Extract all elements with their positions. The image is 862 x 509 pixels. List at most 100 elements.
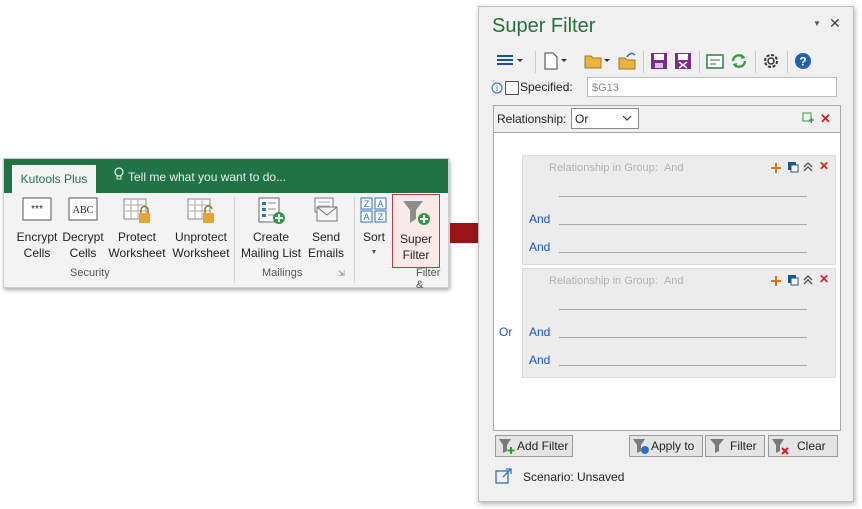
condition-connector[interactable]: And (529, 240, 550, 254)
group-label-filter: Filter & (416, 267, 441, 291)
specified-label: Specified: (520, 80, 573, 94)
save-icon[interactable] (649, 51, 669, 71)
relationship-label: Relationship: (497, 112, 567, 126)
decrypt-cells-label: Decrypt Cells (62, 230, 104, 260)
open-folder-icon[interactable] (617, 51, 637, 71)
collapse-icon[interactable] (803, 161, 813, 176)
svg-text:***: *** (31, 204, 43, 215)
toolbar-separator (755, 51, 756, 73)
create-mailing-list-button[interactable]: Create Mailing List (238, 197, 304, 261)
ribbon-separator (354, 197, 355, 283)
apply-to-icon (632, 437, 650, 461)
relationship-bar: Relationship: Or ✕ (494, 106, 840, 133)
protect-worksheet-icon (122, 197, 152, 225)
condition-line[interactable] (559, 337, 807, 338)
svg-text:i: i (496, 84, 499, 93)
add-group-icon[interactable] (802, 112, 814, 127)
add-subgroup-icon[interactable] (787, 161, 799, 176)
add-filter-button[interactable]: Add Filter (495, 435, 573, 457)
filter-icon (709, 437, 725, 461)
tell-me-search[interactable]: Tell me what you want to do... (114, 167, 286, 186)
menu-icon[interactable] (495, 51, 525, 71)
add-condition-icon[interactable] (771, 162, 781, 176)
add-subgroup-icon[interactable] (787, 274, 799, 289)
unprotect-worksheet-button[interactable]: Unprotect Worksheet (168, 197, 234, 261)
create-mailing-list-label: Create Mailing List (240, 230, 302, 260)
tab-kutools-plus[interactable]: Kutools Plus (12, 165, 96, 193)
condition-line[interactable] (559, 365, 807, 366)
tell-me-text: Tell me what you want to do... (128, 170, 287, 184)
gear-icon[interactable] (761, 51, 781, 71)
filter-criteria-area: Relationship: Or ✕ Relationship in Group… (493, 105, 841, 431)
lightbulb-icon (114, 167, 124, 186)
scenario-value: Unsaved (577, 470, 625, 484)
send-emails-icon (311, 197, 341, 225)
add-filter-icon (498, 437, 516, 461)
open-scenario-icon[interactable] (583, 51, 613, 71)
ribbon-tab-bar: Kutools Plus Tell me what you want to do… (4, 159, 448, 193)
super-filter-button[interactable]: Super Filter (392, 194, 440, 268)
delete-all-icon[interactable]: ✕ (820, 111, 831, 127)
save-as-icon[interactable] (673, 51, 693, 71)
specified-checkbox[interactable] (505, 81, 519, 95)
condition-connector[interactable]: And (529, 353, 550, 367)
info-icon: i (491, 82, 503, 97)
sort-button[interactable]: ZAAZ Sort ▼ (356, 197, 392, 261)
svg-text:?: ? (799, 55, 806, 69)
pane-title: Super Filter (492, 15, 596, 37)
svg-text:A: A (377, 199, 383, 209)
svg-text:ABC: ABC (73, 205, 94, 216)
close-icon[interactable]: ✕ (829, 15, 841, 32)
sort-icon: ZAAZ (359, 197, 389, 225)
manage-scenarios-icon[interactable] (705, 51, 725, 71)
condition-line[interactable] (559, 224, 807, 225)
filter-button[interactable]: Filter (705, 435, 765, 457)
unprotect-worksheet-icon (186, 197, 216, 225)
super-filter-label: Super Filter (399, 232, 433, 262)
scenario-label: Scenario: (523, 470, 574, 484)
clear-button[interactable]: Clear (768, 435, 838, 457)
condition-line[interactable] (559, 309, 807, 310)
svg-text:Z: Z (364, 199, 370, 209)
excel-ribbon: Kutools Plus Tell me what you want to do… (3, 158, 449, 291)
add-condition-icon[interactable] (771, 275, 781, 289)
decrypt-cells-button[interactable]: ABC Decrypt Cells (60, 197, 106, 261)
condition-line[interactable] (559, 252, 807, 253)
clear-filter-icon (771, 437, 789, 461)
group-label-mailings: Mailings (262, 267, 303, 279)
delete-group-icon[interactable]: ✕ (819, 159, 829, 173)
chevron-down-icon: ▼ (370, 249, 378, 256)
filter-group: Relationship in Group: And ✕ And And (522, 155, 836, 265)
relationship-value: Or (575, 112, 589, 126)
condition-connector[interactable]: And (529, 325, 550, 339)
mailing-list-icon (256, 197, 286, 225)
toolbar-separator (699, 51, 700, 73)
refresh-icon[interactable] (729, 51, 749, 71)
protect-worksheet-button[interactable]: Protect Worksheet (106, 197, 168, 261)
unprotect-worksheet-label: Unprotect Worksheet (172, 230, 230, 260)
group-relationship-label: Relationship in Group: And (549, 162, 684, 174)
range-input[interactable]: $G13 (587, 77, 837, 97)
encrypt-cells-button[interactable]: *** Encrypt Cells (12, 197, 62, 261)
dialog-launcher-icon[interactable]: ⇲ (338, 269, 345, 278)
external-link-icon[interactable] (495, 467, 513, 488)
condition-line[interactable] (559, 196, 807, 197)
group-label-security: Security (70, 267, 110, 279)
condition-connector[interactable]: And (529, 212, 550, 226)
help-icon[interactable]: ? (793, 51, 813, 71)
send-emails-button[interactable]: Send Emails (304, 197, 348, 261)
pane-options-dropdown[interactable]: ▼ (813, 19, 821, 28)
svg-text:Z: Z (378, 212, 384, 222)
sort-label: Sort (362, 230, 385, 244)
apply-to-button[interactable]: Apply to (629, 435, 703, 457)
encrypt-cells-label: Encrypt Cells (16, 230, 58, 260)
encrypt-cells-icon: *** (22, 197, 52, 225)
relationship-select[interactable]: Or (571, 108, 639, 129)
new-scenario-icon[interactable] (541, 51, 571, 71)
super-filter-icon (401, 199, 431, 227)
send-emails-label: Send Emails (307, 230, 344, 260)
protect-worksheet-label: Protect Worksheet (108, 230, 166, 260)
outer-connector[interactable]: Or (499, 325, 512, 339)
collapse-icon[interactable] (803, 274, 813, 289)
delete-group-icon[interactable]: ✕ (819, 272, 829, 286)
